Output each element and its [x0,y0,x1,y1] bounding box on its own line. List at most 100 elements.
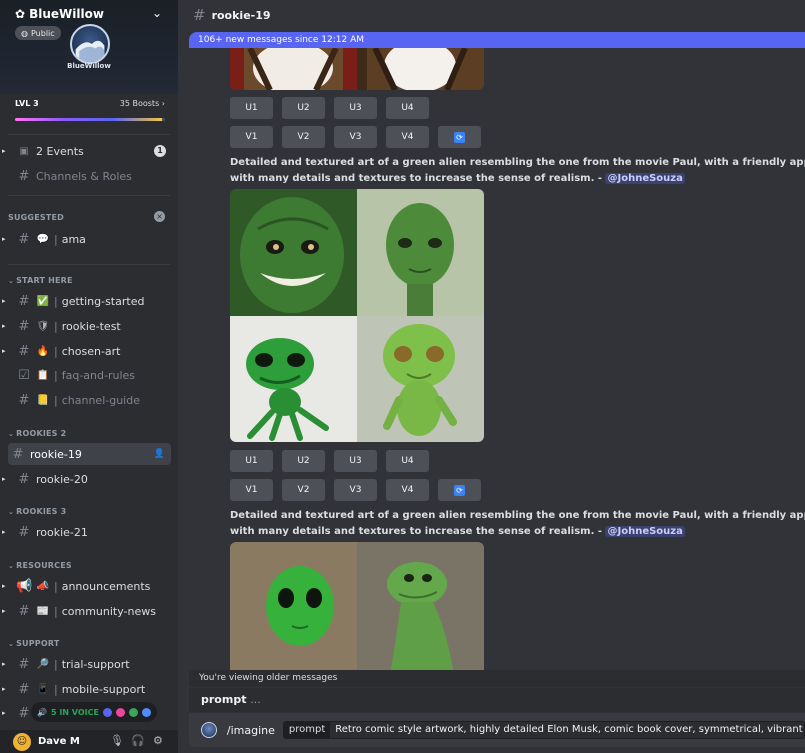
server-flower-icon: ✿ [15,7,26,21]
divider [8,134,170,135]
generated-image[interactable] [357,316,484,442]
voice-avatar [141,707,151,717]
image-grid-partial[interactable] [230,48,484,90]
sidebar-item-channel-guide[interactable]: # 📒 | channel-guide [0,389,178,411]
refresh-icon: ⟳ [454,484,465,496]
upscale-button-1[interactable]: U1 [230,97,273,119]
server-sidebar: ✿ BlueWillow ⌄ ◍ Public BlueWillow LVL 3… [0,0,178,753]
variation-button-2[interactable]: V2 [282,126,325,148]
gear-icon[interactable]: ⚙ [153,734,163,747]
category-start-here[interactable]: ⌄ START HERE [8,276,73,285]
variation-button-2[interactable]: V2 [282,479,325,501]
category-rookies-2[interactable]: ⌄ ROOKIES 2 [8,429,66,438]
slash-command[interactable]: /imagine [227,724,275,737]
divider [8,264,170,265]
prompt-option-field[interactable]: prompt Retro comic style artwork, highly… [282,721,805,739]
variation-button-3[interactable]: V3 [334,126,377,148]
upscale-button-2[interactable]: U2 [282,97,325,119]
older-messages-notice[interactable]: You're viewing older messages [189,670,805,687]
message-composer[interactable]: /imagine prompt Retro comic style artwor… [189,713,805,747]
user-name[interactable]: Dave M [38,736,80,747]
generated-image[interactable] [230,189,357,316]
generated-image[interactable] [357,48,484,90]
command-option-hint[interactable]: prompt ... [189,688,805,712]
upscale-button-4[interactable]: U4 [386,97,429,119]
variation-button-3[interactable]: V3 [334,479,377,501]
new-messages-bar[interactable]: 106+ new messages since 12:12 AM [189,32,805,48]
public-badge: ◍ Public [15,26,61,40]
image-grid[interactable] [230,189,484,442]
sidebar-item-events[interactable]: ▸ ▣ 2 Events 1 [0,140,178,162]
server-header[interactable]: ✿ BlueWillow ⌄ ◍ Public BlueWillow [0,0,178,94]
image-grid[interactable] [230,542,484,670]
upscale-button-3[interactable]: U3 [334,450,377,472]
sidebar-item-faq-and-rules[interactable]: ☑ 📋 | faq-and-rules [0,364,178,386]
sidebar-item-rookie-20[interactable]: ▸ # rookie-20 [0,468,178,490]
variation-buttons: V1 V2 V3 V4 ⟳ [230,126,481,148]
fire-icon: 🔥 [36,345,50,357]
reroll-button[interactable]: ⟳ [438,126,481,148]
upscale-button-3[interactable]: U3 [334,97,377,119]
upscale-buttons: U1 U2 U3 U4 [230,450,429,472]
sidebar-item-rookie-test[interactable]: ▸ # 🛡 | rookie-test [0,315,178,337]
variation-button-1[interactable]: V1 [230,479,273,501]
upscale-button-2[interactable]: U2 [282,450,325,472]
category-resources[interactable]: ⌄ RESOURCES [8,561,72,570]
user-mention[interactable]: @JohneSouza [605,173,685,184]
add-member-icon[interactable]: 👤 [154,449,165,459]
category-support[interactable]: ⌄ SUPPORT [8,639,60,648]
channel-header: # rookie-19 [178,0,805,30]
reroll-button[interactable]: ⟳ [438,479,481,501]
events-count-badge: 1 [154,145,166,157]
upscale-button-4[interactable]: U4 [386,450,429,472]
sidebar-item-chosen-art[interactable]: ▸ # 🔥 | chosen-art [0,340,178,362]
voice-activity-pill[interactable]: 🔊 5 IN VOICE [31,702,157,722]
generated-image[interactable] [230,48,357,90]
generated-image[interactable] [230,542,357,670]
generated-image[interactable] [357,189,484,316]
hash-icon: # [18,318,30,334]
sidebar-item-announcements[interactable]: ▸ 📢 📣 | announcements [0,575,178,597]
voice-avatar [102,707,112,717]
variation-button-1[interactable]: V1 [230,126,273,148]
variation-button-4[interactable]: V4 [386,479,429,501]
sidebar-item-mobile-support[interactable]: ▸ # 📱 | mobile-support [0,678,178,700]
user-avatar[interactable]: ☺ [13,732,31,751]
newspaper-icon: 📰 [36,605,50,617]
sidebar-item-channels-roles[interactable]: # Channels & Roles [0,165,178,187]
sidebar-item-trial-support[interactable]: ▸ # 🔎 | trial-support [0,653,178,675]
hash-icon: # [18,681,30,697]
server-menu-chevron-icon[interactable]: ⌄ [152,6,162,20]
sidebar-item-community-news[interactable]: ▸ # 📰 | community-news [0,600,178,622]
voice-speaker-icon: 🔊 [37,707,47,717]
sidebar-item-getting-started[interactable]: ▸ # ✅ | getting-started [0,290,178,312]
channels-roles-icon: # [18,168,30,184]
threads-hash-icon: # [12,446,24,462]
category-suggested[interactable]: SUGGESTED [8,213,64,222]
sidebar-item-ama[interactable]: ▸ # 💬 | ama [0,228,178,250]
calendar-icon: ▣ [19,145,29,157]
hash-icon: # [18,392,30,408]
refresh-icon: ⟳ [454,131,465,143]
category-rookies-3[interactable]: ⌄ ROOKIES 3 [8,507,66,516]
user-mention[interactable]: @JohneSouza [605,526,685,537]
microphone-icon[interactable]: 🎙 [110,734,124,747]
server-logo [70,24,110,64]
list-icon: 📋 [36,369,50,381]
voice-avatar [115,707,125,717]
prompt-option-value[interactable]: Retro comic style artwork, highly detail… [330,722,804,738]
sidebar-item-rookie-21[interactable]: ▸ # rookie-21 [0,521,178,543]
variation-button-4[interactable]: V4 [386,126,429,148]
generated-image[interactable] [357,542,484,670]
server-name[interactable]: ✿ BlueWillow [15,7,104,21]
upscale-button-1[interactable]: U1 [230,450,273,472]
boost-status[interactable]: LVL 3 35 Boosts › [15,99,165,108]
mobile-phone-icon: 📱 [36,683,50,695]
speech-bubble-icon: 💬 [36,233,50,245]
headphones-icon[interactable]: 🎧 [131,734,145,747]
generated-image[interactable] [230,316,357,442]
voice-avatar [128,707,138,717]
server-logo-text: BlueWillow [67,62,111,70]
sidebar-item-rookie-19[interactable]: # rookie-19 👤 [8,443,171,465]
dismiss-suggested-icon[interactable]: × [154,211,165,222]
